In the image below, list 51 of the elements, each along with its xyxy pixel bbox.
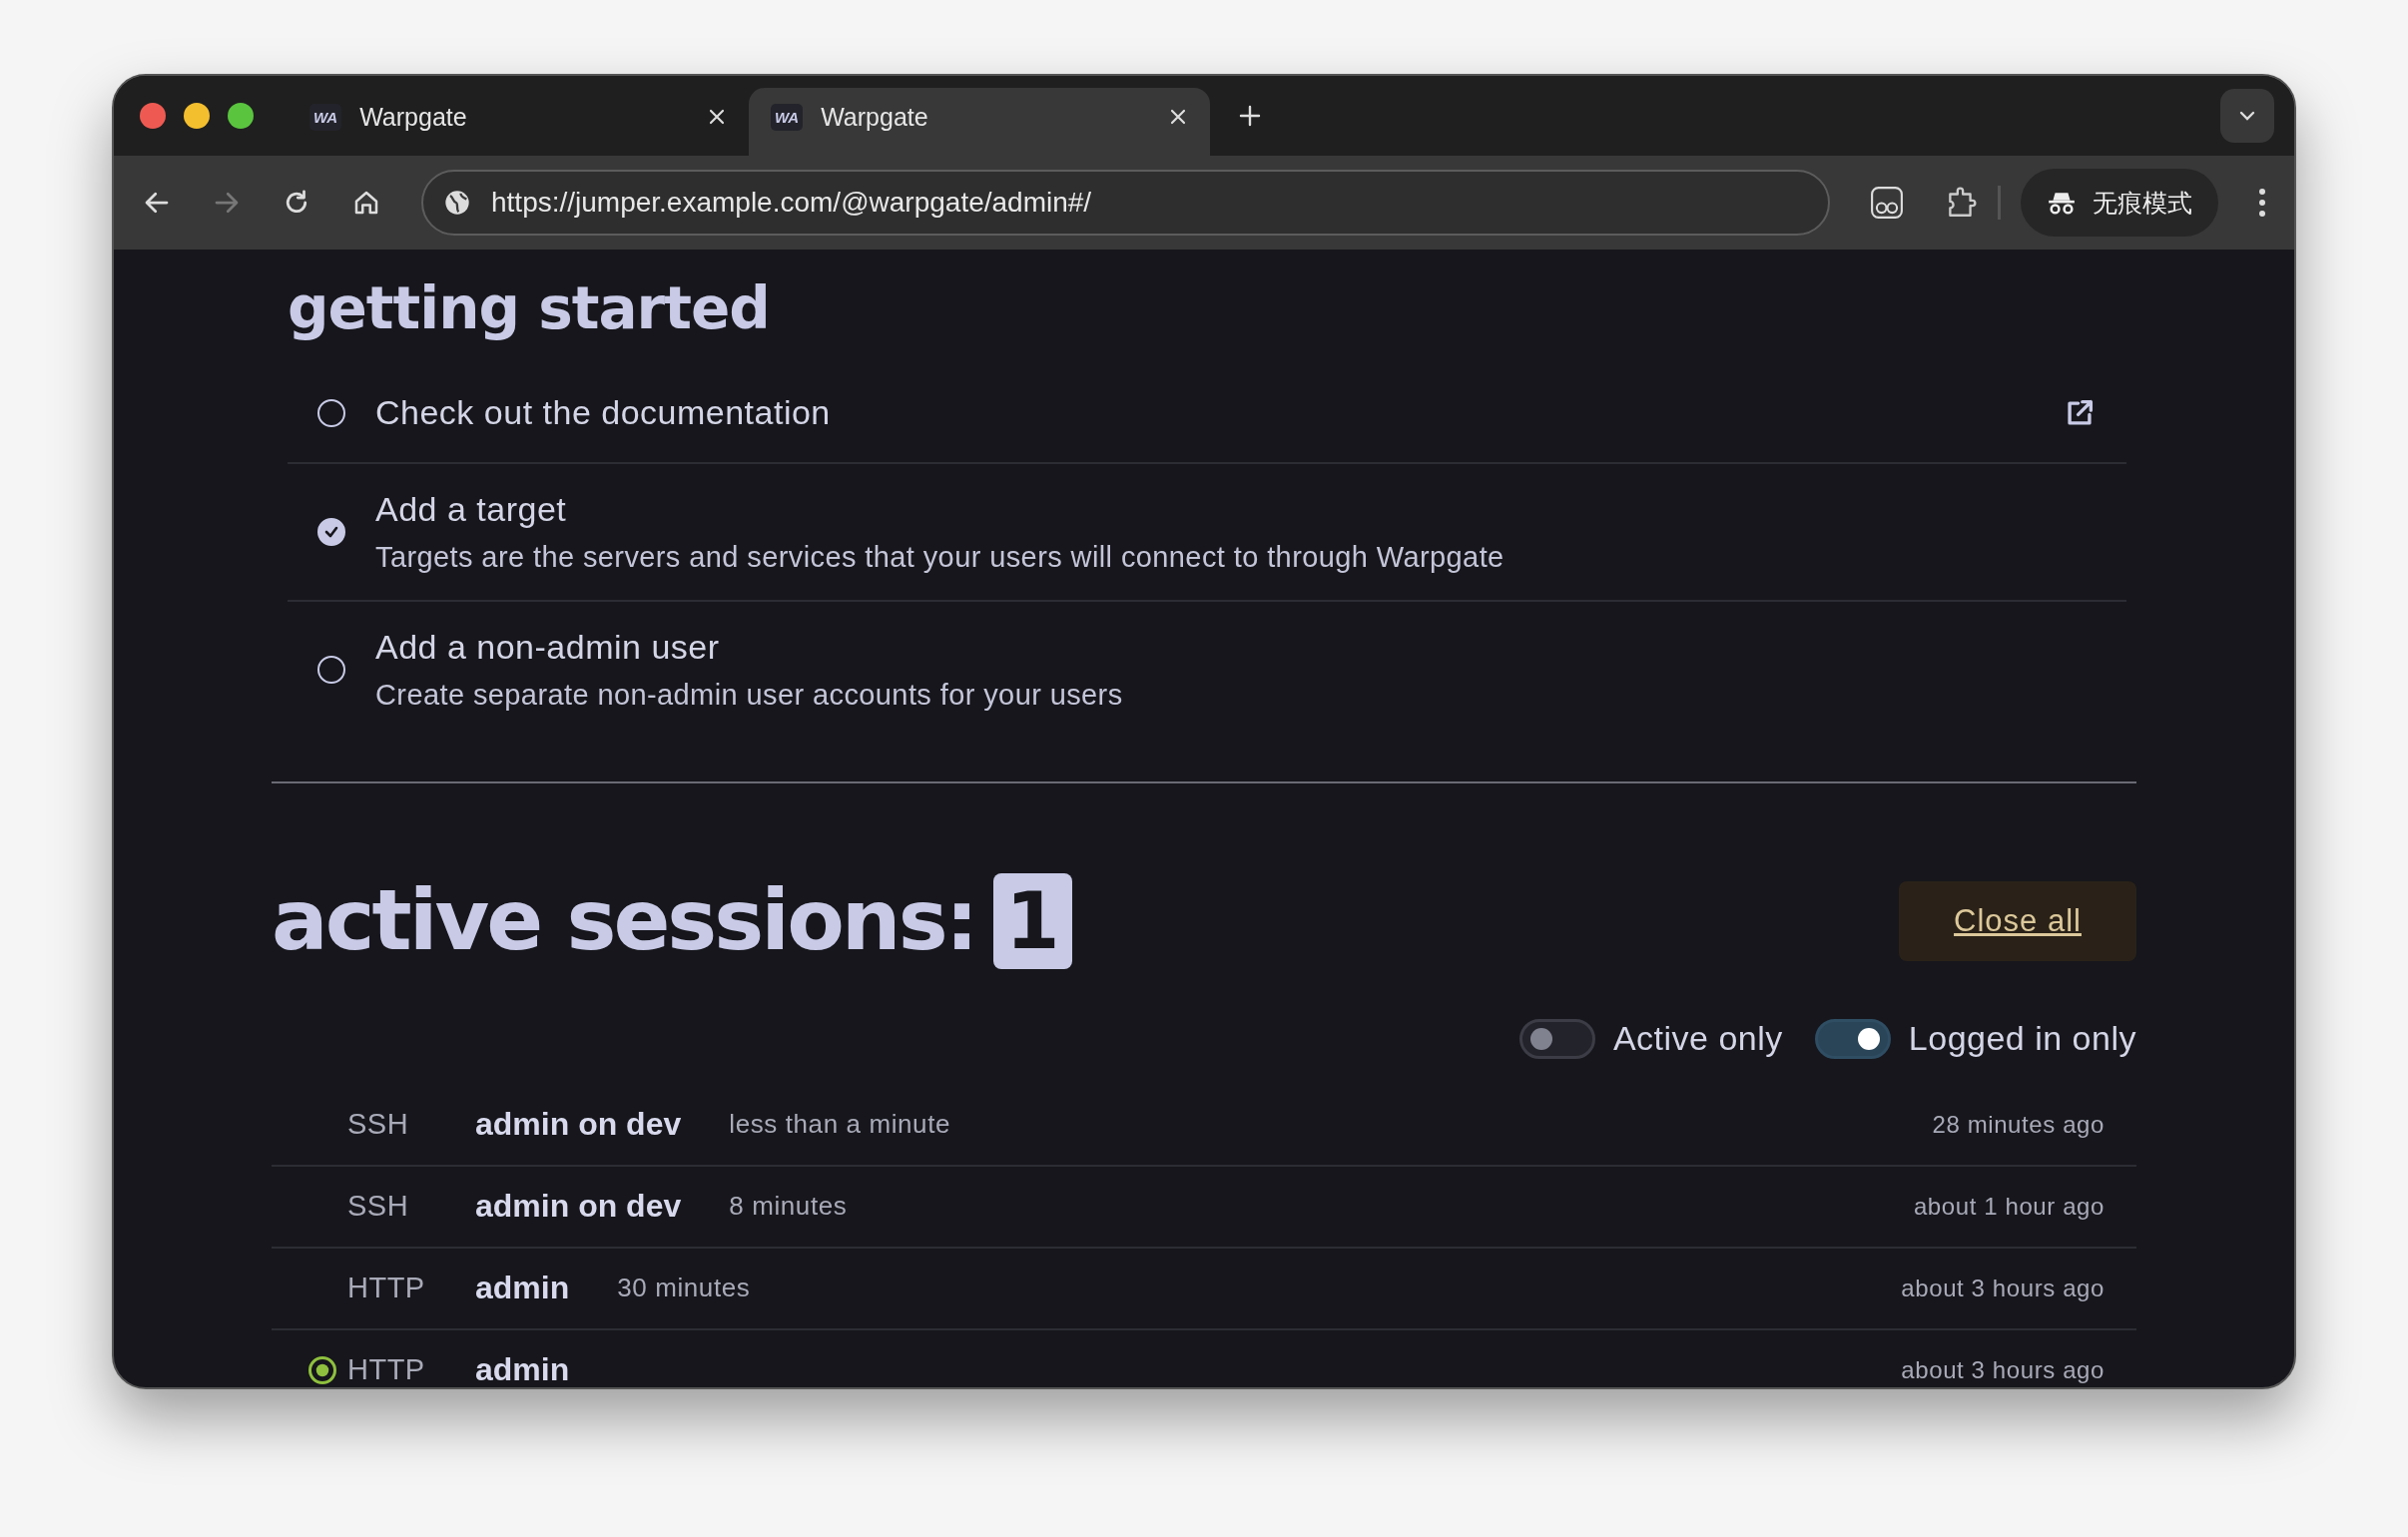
session-duration: 8 minutes bbox=[729, 1191, 848, 1223]
toggle-switch[interactable] bbox=[1518, 1018, 1595, 1059]
toggle-label: Active only bbox=[1612, 1019, 1783, 1059]
session-name: admin on dev bbox=[475, 1188, 682, 1226]
session-start-time: about 1 hour ago bbox=[1913, 1192, 2105, 1221]
close-all-button[interactable]: Close all bbox=[1899, 880, 2136, 961]
section-heading: getting started bbox=[288, 275, 771, 342]
protocol-label: HTTP bbox=[347, 1272, 426, 1305]
checklist-description: Create separate non-admin user accounts for your users bbox=[375, 678, 1124, 712]
session-name: admin bbox=[475, 1270, 570, 1307]
close-icon[interactable] bbox=[1168, 107, 1188, 127]
favicon: WA bbox=[309, 103, 342, 131]
session-start-time: about 3 hours ago bbox=[1901, 1274, 2105, 1302]
incognito-icon bbox=[2047, 190, 2077, 216]
session-duration: less than a minute bbox=[729, 1109, 951, 1141]
session-name: admin bbox=[475, 1351, 570, 1387]
session-start-time: 28 minutes ago bbox=[1932, 1110, 2105, 1139]
close-window-button[interactable] bbox=[140, 103, 166, 129]
section-heading: active sessions: bbox=[272, 874, 976, 967]
url-text: https://jumper.example.com/@warpgate/admin#/ bbox=[491, 187, 1092, 219]
session-name: admin on dev bbox=[475, 1106, 682, 1144]
session-duration: 30 minutes bbox=[617, 1273, 751, 1304]
browser-tab[interactable]: WA Warpgate bbox=[288, 88, 749, 156]
close-icon[interactable] bbox=[707, 107, 727, 127]
toggle-switch[interactable] bbox=[1814, 1018, 1891, 1059]
checklist-title: Add a target bbox=[375, 489, 568, 529]
protocol-label: SSH bbox=[347, 1190, 410, 1224]
maximize-window-button[interactable] bbox=[228, 103, 254, 129]
favicon: WA bbox=[771, 103, 804, 131]
protocol-label: SSH bbox=[347, 1108, 410, 1142]
session-row[interactable]: SSH admin on dev less than a minute 28 minutes ago bbox=[272, 1084, 2136, 1167]
browser-tab[interactable]: WA Warpgate bbox=[749, 88, 1210, 156]
checklist-description: Targets are the servers and services that your users will connect to through Warpgate bbox=[375, 540, 1505, 574]
toggle-label: Logged in only bbox=[1908, 1019, 2136, 1059]
session-count: 1 bbox=[993, 872, 1072, 969]
address-bar[interactable]: https://jumper.example.com/@warpgate/admin#/ bbox=[421, 170, 1830, 236]
tab-title: Warpgate bbox=[821, 102, 929, 132]
globe-icon bbox=[443, 189, 471, 217]
session-row[interactable]: HTTP admin 30 minutes about 3 hours ago bbox=[272, 1248, 2136, 1330]
session-row[interactable]: SSH admin on dev 8 minutes about 1 hour ago bbox=[272, 1166, 2136, 1249]
checklist-title: Add a non-admin user bbox=[375, 627, 721, 667]
new-tab-icon[interactable] bbox=[1238, 104, 1262, 128]
protocol-label: HTTP bbox=[347, 1353, 426, 1387]
incognito-button[interactable]: 无痕模式 bbox=[2021, 169, 2218, 237]
checklist-title: Check out the documentation bbox=[375, 393, 832, 433]
reader-icon[interactable] bbox=[1870, 186, 1904, 220]
menu-icon[interactable] bbox=[2258, 188, 2266, 218]
session-row[interactable]: HTTP admin about 3 hours ago bbox=[272, 1329, 2136, 1387]
tab-title: Warpgate bbox=[359, 102, 468, 132]
session-start-time: about 3 hours ago bbox=[1901, 1355, 2105, 1384]
minimize-window-button[interactable] bbox=[184, 103, 210, 129]
